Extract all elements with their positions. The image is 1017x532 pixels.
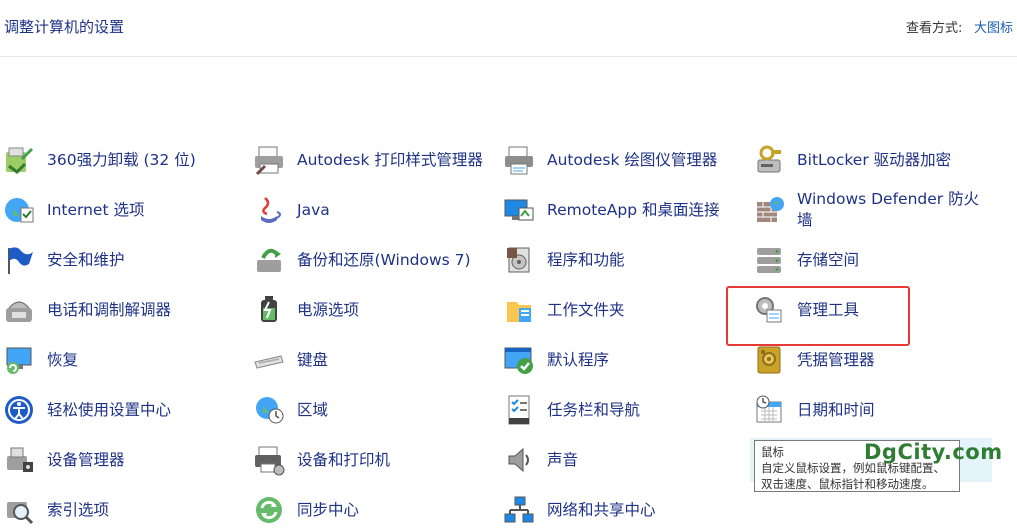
control-panel-item[interactable]: 设备管理器: [0, 438, 242, 482]
control-panel-item-label: Windows Defender 防火墙: [797, 190, 980, 229]
control-panel-item[interactable]: 360强力卸载 (32 位): [0, 138, 242, 182]
control-panel-item[interactable]: 网络和共享中心: [500, 488, 742, 532]
control-panel-item[interactable]: Java: [250, 188, 492, 232]
flag-icon: [3, 244, 35, 276]
control-panel-item-label: BitLocker 驱动器加密: [797, 150, 952, 169]
control-panel-item[interactable]: 轻松使用设置中心: [0, 388, 242, 432]
control-panel-item[interactable]: 工作文件夹: [500, 288, 742, 332]
date-time-icon: [753, 394, 785, 426]
power-icon: [253, 294, 285, 326]
ease-of-access-icon: [3, 394, 35, 426]
control-panel-item-label: 存储空间: [797, 250, 860, 269]
recovery-icon: [3, 344, 35, 376]
printer-style-icon: [253, 144, 285, 176]
control-panel-item-label: Autodesk 绘图仪管理器: [547, 150, 718, 169]
sync-center-icon: [253, 494, 285, 526]
network-icon: [503, 494, 535, 526]
control-panel-item-label: 管理工具: [797, 300, 860, 319]
control-panel-item-label: 设备管理器: [47, 450, 125, 469]
control-panel-item-label: 网络和共享中心: [547, 500, 656, 519]
control-panel-item[interactable]: 凭据管理器: [750, 338, 992, 382]
control-panel-item[interactable]: Internet 选项: [0, 188, 242, 232]
control-panel-item-label: 备份和还原(Windows 7): [297, 250, 471, 269]
remoteapp-icon: [503, 194, 535, 226]
sound-icon: [503, 444, 535, 476]
uninstall-icon: [3, 144, 35, 176]
control-panel-item-label: 电源选项: [297, 300, 360, 319]
watermark-logo: DgCity.com: [864, 440, 1003, 464]
control-panel-item-label: Internet 选项: [47, 200, 145, 219]
default-programs-icon: [503, 344, 535, 376]
admin-tools-icon: [753, 294, 785, 326]
control-panel-item[interactable]: 程序和功能: [500, 238, 742, 282]
control-panel-item[interactable]: 设备和打印机: [250, 438, 492, 482]
device-manager-icon: [3, 444, 35, 476]
view-by-dropdown[interactable]: 大图标: [974, 17, 1013, 36]
phone-modem-icon: [3, 294, 35, 326]
control-panel-item[interactable]: 键盘: [250, 338, 492, 382]
control-panel-item-label: 声音: [547, 450, 579, 469]
control-panel-item-label: 电话和调制解调器: [47, 300, 172, 319]
control-panel-item[interactable]: 恢复: [0, 338, 242, 382]
control-panel-item[interactable]: BitLocker 驱动器加密: [750, 138, 992, 182]
header-bar: 调整计算机的设置 查看方式: 大图标: [0, 0, 1017, 57]
control-panel-item-label: 默认程序: [547, 350, 610, 369]
control-panel-item-label: 键盘: [297, 350, 329, 369]
control-panel-item-label: 凭据管理器: [797, 350, 875, 369]
control-panel-item-label: RemoteApp 和桌面连接: [547, 200, 720, 219]
control-panel-item-label: 日期和时间: [797, 400, 875, 419]
control-panel-item-label: 工作文件夹: [547, 300, 625, 319]
control-panel-item[interactable]: 电源选项: [250, 288, 492, 332]
tooltip-line-2: 双击速度、鼠标指针和移动速度。: [761, 477, 934, 491]
firewall-icon: [753, 194, 785, 226]
indexing-icon: [3, 494, 35, 526]
control-panel-item[interactable]: 日期和时间: [750, 388, 992, 432]
control-panel-item-label: 恢复: [47, 350, 79, 369]
control-panel-item-label: 区域: [297, 400, 329, 419]
work-folders-icon: [503, 294, 535, 326]
control-panel-item[interactable]: 索引选项: [0, 488, 242, 532]
devices-printers-icon: [253, 444, 285, 476]
control-panel-item[interactable]: RemoteApp 和桌面连接: [500, 188, 742, 232]
java-icon: [253, 194, 285, 226]
keyboard-icon: [253, 344, 285, 376]
control-panel-item[interactable]: Autodesk 打印样式管理器: [250, 138, 492, 182]
plotter-icon: [503, 144, 535, 176]
credential-manager-icon: [753, 344, 785, 376]
bitlocker-icon: [753, 144, 785, 176]
control-panel-item[interactable]: 声音: [500, 438, 742, 482]
control-panel-item[interactable]: Windows Defender 防火墙: [750, 188, 992, 232]
control-panel-item[interactable]: Autodesk 绘图仪管理器: [500, 138, 742, 182]
control-panel-item[interactable]: 电话和调制解调器: [0, 288, 242, 332]
control-panel-item[interactable]: 管理工具: [750, 288, 992, 332]
control-panel-item[interactable]: 默认程序: [500, 338, 742, 382]
internet-options-icon: [3, 194, 35, 226]
control-panel-item-label: 轻松使用设置中心: [47, 400, 172, 419]
control-panel-item[interactable]: 存储空间: [750, 238, 992, 282]
control-panel-item-label: Java: [297, 200, 330, 219]
view-by-label: 查看方式:: [906, 21, 963, 36]
programs-icon: [503, 244, 535, 276]
control-panel-item[interactable]: 安全和维护: [0, 238, 242, 282]
control-panel-item[interactable]: 同步中心: [250, 488, 492, 532]
control-panel-item-label: 设备和打印机: [297, 450, 391, 469]
control-panel-item-label: 安全和维护: [47, 250, 125, 269]
storage-icon: [753, 244, 785, 276]
control-panel-item[interactable]: 任务栏和导航: [500, 388, 742, 432]
control-panel-item[interactable]: 备份和还原(Windows 7): [250, 238, 492, 282]
region-icon: [253, 394, 285, 426]
page-title: 调整计算机的设置: [4, 18, 125, 36]
control-panel-item-label: 同步中心: [297, 500, 360, 519]
control-panel-item[interactable]: 区域: [250, 388, 492, 432]
control-panel-item-label: Autodesk 打印样式管理器: [297, 150, 483, 169]
taskbar-icon: [503, 394, 535, 426]
control-panel-item-label: 360强力卸载 (32 位): [47, 150, 196, 169]
control-panel-item-label: 索引选项: [47, 500, 110, 519]
control-panel-item-label: 程序和功能: [547, 250, 625, 269]
control-panel-item-label: 任务栏和导航: [547, 400, 641, 419]
backup-icon: [253, 244, 285, 276]
